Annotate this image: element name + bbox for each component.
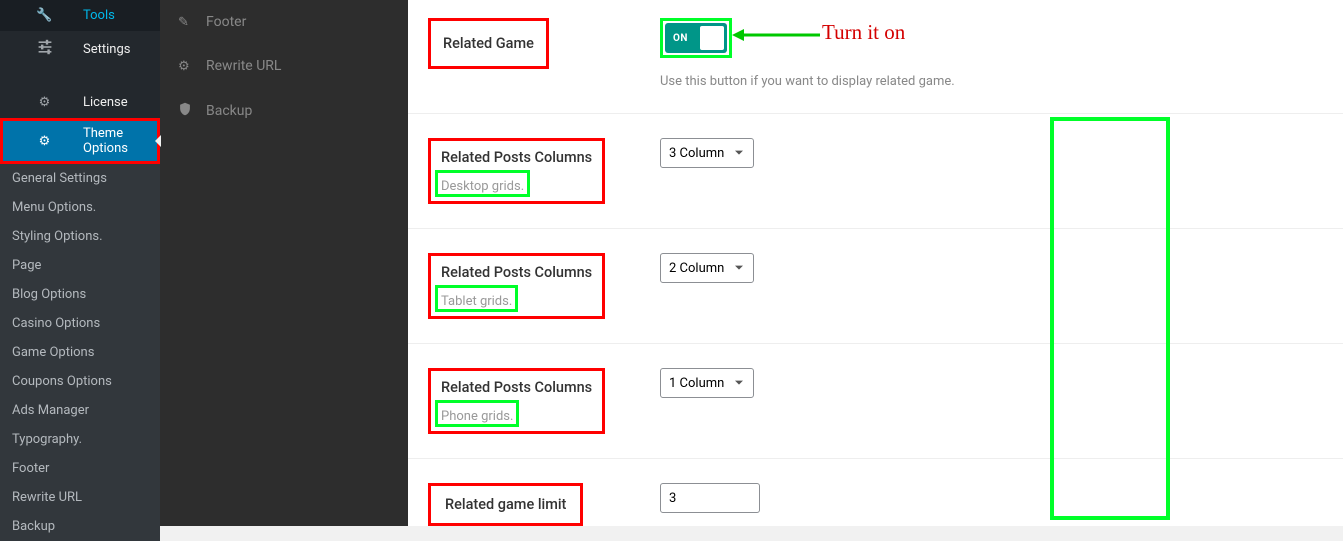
submenu-casino-options[interactable]: Casino Options	[0, 309, 160, 338]
options-content: Related Game ON Turn it on Use this butt…	[408, 0, 1343, 526]
field-columns-tablet: Related Posts Columns Tablet grids. 2 Co…	[408, 229, 1343, 344]
submenu-ads-manager[interactable]: Ads Manager	[0, 396, 160, 425]
panel-item-footer[interactable]: ✎ Footer	[160, 0, 408, 44]
submenu-backup[interactable]: Backup	[0, 512, 160, 541]
annotation-turn-it-on: Turn it on	[822, 20, 905, 45]
field-related-game: Related Game ON Turn it on Use this butt…	[408, 0, 1343, 114]
select-phone-columns[interactable]: 1 Column	[660, 368, 754, 398]
submenu-page[interactable]: Page	[0, 251, 160, 280]
select-desktop-columns[interactable]: 3 Column	[660, 138, 754, 168]
sidebar-label: License	[83, 95, 148, 110]
field-related-game-limit: Related game limit	[408, 459, 1343, 526]
submenu-general-settings[interactable]: General Settings	[0, 164, 160, 193]
field-sublabel: Tablet grids.	[438, 294, 515, 309]
sidebar-label: Settings	[83, 42, 148, 57]
sidebar-item-theme-options[interactable]: ⚙ Theme Options	[0, 118, 160, 164]
sliders-icon	[12, 39, 77, 59]
sidebar-item-tools[interactable]: 🔧 Tools	[0, 0, 160, 31]
pencil-icon: ✎	[178, 15, 196, 30]
input-related-game-limit[interactable]	[660, 483, 760, 513]
toggle-on-text: ON	[673, 33, 688, 44]
toggle-knob	[700, 26, 724, 50]
wrench-icon: 🔧	[12, 8, 77, 23]
shield-icon	[178, 102, 196, 120]
gear-icon: ⚙	[178, 59, 196, 74]
field-label-related-game: Related Game	[437, 31, 540, 56]
field-label: Related game limit	[439, 492, 572, 517]
field-sublabel: Phone grids.	[438, 409, 516, 424]
sidebar-label: Tools	[83, 8, 148, 23]
panel-item-backup[interactable]: Backup	[160, 88, 408, 134]
submenu-typography[interactable]: Typography.	[0, 425, 160, 454]
field-label: Related Posts Columns	[435, 260, 598, 285]
submenu-menu-options[interactable]: Menu Options.	[0, 193, 160, 222]
toggle-related-game[interactable]: ON	[665, 23, 727, 53]
submenu-styling-options[interactable]: Styling Options.	[0, 222, 160, 251]
sidebar-label: Theme Options	[83, 126, 148, 156]
panel-label: Backup	[206, 103, 252, 119]
panel-label: Footer	[206, 14, 246, 30]
field-sublabel: Desktop grids.	[438, 179, 527, 194]
sidebar-item-license[interactable]: ⚙ License	[0, 87, 160, 118]
annotation-arrow	[732, 20, 824, 50]
select-tablet-columns[interactable]: 2 Column	[660, 253, 754, 283]
panel-label: Rewrite URL	[206, 58, 281, 74]
sidebar-item-settings[interactable]: Settings	[0, 31, 160, 67]
options-panel-sidebar: ✎ Footer ⚙ Rewrite URL Backup	[160, 0, 408, 526]
submenu-rewrite-url[interactable]: Rewrite URL	[0, 483, 160, 512]
panel-item-rewrite-url[interactable]: ⚙ Rewrite URL	[160, 44, 408, 88]
field-columns-phone: Related Posts Columns Phone grids. 1 Col…	[408, 344, 1343, 459]
submenu-footer[interactable]: Footer	[0, 454, 160, 483]
field-description: Use this button if you want to display r…	[660, 74, 1323, 89]
submenu-coupons-options[interactable]: Coupons Options	[0, 367, 160, 396]
theme-options-submenu: General Settings Menu Options. Styling O…	[0, 164, 160, 541]
field-columns-desktop: Related Posts Columns Desktop grids. 3 C…	[408, 114, 1343, 229]
gear-icon: ⚙	[12, 134, 77, 149]
submenu-blog-options[interactable]: Blog Options	[0, 280, 160, 309]
field-label: Related Posts Columns	[435, 145, 598, 170]
field-label: Related Posts Columns	[435, 375, 598, 400]
gear-icon: ⚙	[12, 95, 77, 110]
submenu-game-options[interactable]: Game Options	[0, 338, 160, 367]
wp-admin-sidebar: 🔧 Tools Settings ⚙ License ⚙ Theme Optio…	[0, 0, 160, 526]
